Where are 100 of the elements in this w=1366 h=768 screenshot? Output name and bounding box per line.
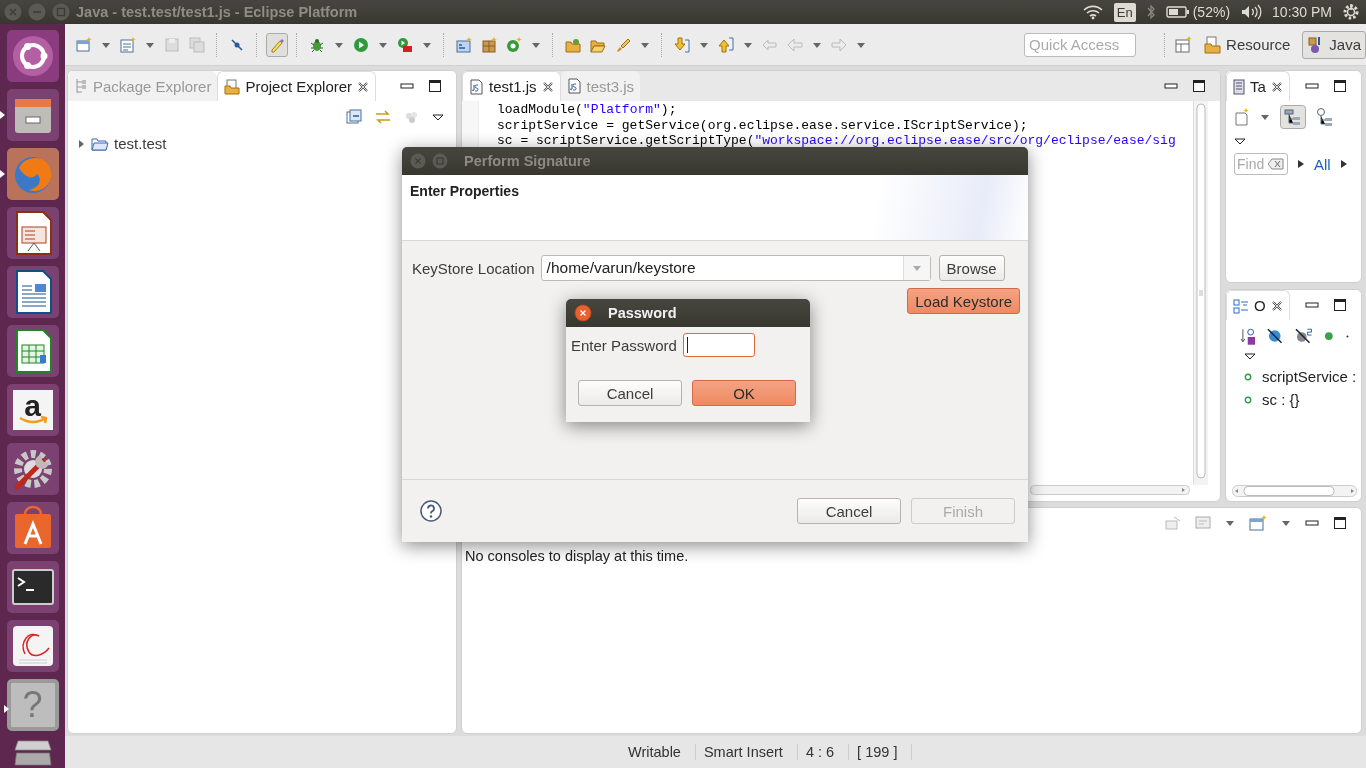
bug-icon[interactable]: [309, 36, 325, 53]
maximize-icon[interactable]: [1333, 516, 1347, 530]
clear-icon[interactable]: [1268, 158, 1284, 170]
close-icon[interactable]: [541, 80, 554, 93]
keystore-combo[interactable]: /home/varun/keystore: [540, 255, 931, 281]
password-field[interactable]: [682, 333, 755, 357]
panel-tab[interactable]: Project Explorer: [217, 71, 377, 101]
globe-icon[interactable]: [6, 148, 59, 200]
up-arrow-list-icon[interactable]: [718, 36, 734, 53]
minimize-icon[interactable]: [1164, 80, 1178, 92]
close-icon[interactable]: [1270, 80, 1283, 93]
dialog-button[interactable]: Load Keystore: [907, 288, 1020, 314]
dot-icon[interactable]: [1346, 334, 1349, 338]
document-icon[interactable]: [6, 266, 59, 318]
dialog-button[interactable]: Cancel: [578, 380, 682, 406]
link-arrows-icon[interactable]: [374, 109, 392, 125]
horizontal-scrollbar-icon[interactable]: [1030, 485, 1190, 495]
hide-fields-icon[interactable]: [1267, 328, 1283, 344]
file-cabinet-icon[interactable]: [6, 89, 59, 141]
new-console-icon[interactable]: [1249, 515, 1267, 531]
maximize-icon[interactable]: [428, 79, 442, 93]
view-menu-icon[interactable]: [1244, 352, 1256, 360]
caret-icon[interactable]: [334, 40, 344, 49]
slashed-dot-icon[interactable]: [229, 36, 245, 53]
help-icon[interactable]: [420, 500, 442, 522]
caret-icon[interactable]: [145, 40, 155, 49]
caret-icon[interactable]: [640, 40, 650, 49]
caret-icon[interactable]: [812, 40, 822, 49]
close-icon[interactable]: [574, 304, 592, 322]
caret-icon[interactable]: [1225, 519, 1235, 527]
hierarchy-icon[interactable]: [1280, 105, 1306, 129]
filter-link[interactable]: All: [1314, 155, 1331, 173]
dialog-button[interactable]: Cancel: [797, 498, 901, 524]
hide-static-icon[interactable]: [1294, 328, 1313, 344]
quick-access-field[interactable]: Quick Access: [1024, 32, 1137, 57]
caret-icon[interactable]: [422, 40, 432, 49]
dialog-button[interactable]: OK: [692, 380, 796, 406]
maximize-icon[interactable]: [1192, 79, 1206, 93]
close-icon[interactable]: [1270, 299, 1283, 312]
spreadsheet-icon[interactable]: [6, 325, 59, 377]
down-arrow-list-icon[interactable]: [674, 36, 690, 53]
outline-item[interactable]: scriptService :: [1262, 368, 1357, 385]
perspective-icon[interactable]: [1174, 35, 1193, 54]
window-star-icon[interactable]: [76, 36, 92, 53]
collapsed-arrow-icon[interactable]: [76, 138, 86, 149]
launcher-button[interactable]: a: [6, 384, 59, 436]
view-menu-icon[interactable]: [1234, 137, 1246, 145]
panel-tab[interactable]: O: [1226, 290, 1290, 320]
caret-icon[interactable]: [101, 40, 111, 49]
caret-icon[interactable]: [699, 40, 709, 49]
document-viewer-icon[interactable]: [6, 620, 59, 672]
wifi-icon[interactable]: [1081, 4, 1104, 20]
outline-item[interactable]: sc : {}: [1262, 391, 1300, 408]
tree-item[interactable]: test.test: [114, 135, 167, 152]
caret-icon[interactable]: [378, 40, 388, 49]
presentation-icon[interactable]: [6, 207, 59, 259]
collapse-all-icon[interactable]: [346, 109, 362, 125]
filled-dot-icon[interactable]: [1324, 331, 1335, 341]
minimize-icon[interactable]: [1305, 299, 1319, 311]
shopping-bag-icon[interactable]: [6, 502, 59, 554]
bluetooth-icon[interactable]: [1145, 4, 1156, 20]
scrollbar-thumb-icon[interactable]: [1196, 103, 1206, 479]
folder-shapes-icon[interactable]: [565, 36, 581, 53]
right-arrow-icon[interactable]: [1298, 160, 1304, 168]
maximize-icon[interactable]: [1333, 79, 1347, 93]
caret-icon[interactable]: [1281, 519, 1291, 527]
clock-hierarchy-icon[interactable]: [1316, 108, 1334, 126]
minimize-icon[interactable]: [1305, 80, 1319, 92]
perspective-button[interactable]: Java: [1302, 30, 1366, 59]
speaker-icon[interactable]: [1240, 4, 1263, 20]
class-window-icon[interactable]: [456, 36, 472, 53]
power-gear-icon[interactable]: [1342, 3, 1360, 21]
caret-icon[interactable]: [1260, 113, 1270, 121]
dialog-button[interactable]: Browse: [938, 255, 1005, 281]
maximize-icon[interactable]: [1333, 298, 1347, 312]
view-menu-icon[interactable]: [432, 113, 444, 121]
play-icon[interactable]: [353, 36, 369, 53]
dots-icon[interactable]: [404, 110, 420, 124]
highlighter-icon[interactable]: [269, 36, 285, 53]
caret-icon[interactable]: [856, 40, 866, 49]
right-arrow-icon[interactable]: [1340, 160, 1347, 168]
search-box[interactable]: Find: [1234, 153, 1288, 175]
package-icon[interactable]: [481, 36, 497, 53]
horizontal-scrollbar-icon[interactable]: [1232, 485, 1357, 497]
keyboard-layout-indicator[interactable]: En: [1113, 2, 1136, 22]
play-toolbox-icon[interactable]: [397, 36, 413, 53]
caret-icon[interactable]: [743, 40, 753, 49]
ubuntu-logo-icon[interactable]: [6, 30, 59, 82]
sort-az-icon[interactable]: [1240, 327, 1256, 345]
brush-icon[interactable]: [615, 36, 631, 53]
panel-tab[interactable]: Ta: [1226, 71, 1290, 101]
minimize-icon[interactable]: [400, 80, 414, 92]
battery-icon[interactable]: [1165, 5, 1190, 19]
gear-wrench-icon[interactable]: [6, 443, 59, 495]
clock[interactable]: 10:30 PM: [1272, 4, 1332, 20]
close-icon[interactable]: [357, 80, 370, 93]
caret-icon[interactable]: [531, 40, 541, 49]
terminal-icon[interactable]: [6, 561, 59, 613]
find-field[interactable]: Find: [1237, 156, 1267, 172]
perspective-button[interactable]: Resource: [1199, 30, 1296, 59]
